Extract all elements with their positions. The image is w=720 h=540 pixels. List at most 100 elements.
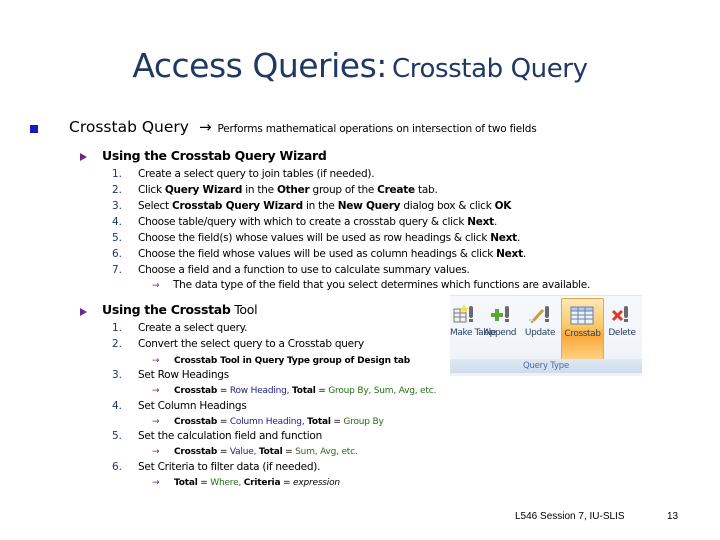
step-number: 4. bbox=[112, 400, 123, 412]
triangle-bullet-icon bbox=[80, 308, 87, 316]
section-tool-heading: Using the Crosstab Tool bbox=[102, 302, 258, 317]
text-run: . bbox=[493, 216, 498, 228]
wizard-step: Select Crosstab Query Wizard in the New … bbox=[138, 200, 511, 212]
text-run: Group By, Sum, Avg, etc. bbox=[328, 386, 437, 396]
tool-step-detail: Crosstab = Row Heading, Total = Group By… bbox=[174, 386, 436, 396]
tool-step-detail: Crosstab = Value, Total = Sum, Avg, etc. bbox=[174, 447, 358, 457]
ribbon-button-crosstab[interactable]: Crosstab bbox=[561, 298, 604, 362]
ribbon-label: Update bbox=[524, 328, 556, 338]
ribbon-label: Delete bbox=[608, 328, 636, 338]
ribbon-button-update[interactable]: Update bbox=[521, 298, 559, 360]
section-tool-heading-normal: Tool bbox=[230, 302, 258, 317]
text-run: Crosstab bbox=[174, 386, 218, 396]
wizard-step: Choose a field and a function to use to … bbox=[138, 264, 470, 276]
right-arrow-icon: → bbox=[152, 356, 160, 366]
text-run: Create bbox=[377, 184, 415, 196]
append-icon bbox=[481, 302, 519, 328]
text-run: Select bbox=[138, 200, 172, 212]
text-run: Other bbox=[276, 184, 310, 196]
section-tool-heading-bold: Using the Crosstab bbox=[102, 302, 231, 317]
right-arrow-icon: → bbox=[152, 281, 160, 291]
step-number: 1. bbox=[112, 322, 123, 334]
ribbon-label: Make Table bbox=[450, 328, 496, 338]
text-run: Where, bbox=[210, 478, 242, 488]
tool-step: Create a select query. bbox=[138, 322, 248, 334]
wizard-step: Click Query Wizard in the Other group of… bbox=[138, 184, 438, 196]
right-arrow-icon: → bbox=[152, 417, 160, 427]
text-run: expression bbox=[293, 478, 340, 488]
text-run: in the bbox=[302, 200, 338, 212]
text-run: = bbox=[217, 447, 230, 457]
text-run: Crosstab bbox=[174, 417, 218, 427]
step-number: 2. bbox=[112, 184, 123, 196]
tool-step-detail: Crosstab = Column Heading, Total = Group… bbox=[174, 417, 384, 427]
ribbon-button-make-table[interactable]: Make Table bbox=[450, 298, 496, 360]
text-run: Choose a field and a function to use to … bbox=[138, 264, 470, 276]
text-run: = bbox=[217, 417, 230, 427]
tool-step: Set Criteria to filter data (if needed). bbox=[138, 461, 321, 473]
section-wizard-heading: Using the Crosstab Query Wizard bbox=[102, 148, 327, 163]
text-run: Crosstab Tool in Query Type group of Des… bbox=[174, 356, 410, 366]
step-number: 1. bbox=[112, 168, 123, 180]
wizard-step: Create a select query to join tables (if… bbox=[138, 168, 375, 180]
tool-step-detail: Crosstab Tool in Query Type group of Des… bbox=[174, 356, 410, 366]
ribbon-button-append[interactable]: Append bbox=[481, 298, 519, 360]
tool-step: Set Column Headings bbox=[138, 400, 247, 412]
step-number: 5. bbox=[112, 232, 123, 244]
text-run: Group By bbox=[343, 417, 384, 427]
text-run: = bbox=[330, 417, 344, 427]
text-run: group of the bbox=[309, 184, 378, 196]
step-number: 3. bbox=[112, 369, 123, 381]
text-run: = bbox=[280, 478, 293, 488]
title-main: Access Queries: bbox=[132, 46, 387, 85]
right-arrow-icon: → bbox=[198, 118, 212, 136]
triangle-bullet-icon bbox=[80, 153, 87, 161]
tool-step: Set Row Headings bbox=[138, 369, 229, 381]
ribbon-button-delete[interactable]: Delete bbox=[604, 298, 640, 360]
bullet-crosstab-query: Crosstab Query → Performs mathematical ope… bbox=[69, 118, 537, 136]
wizard-note: The data type of the field that you sele… bbox=[173, 279, 591, 291]
text-run: Create a select query to join tables (if… bbox=[138, 168, 375, 180]
text-run: = bbox=[217, 386, 230, 396]
ribbon-label: Append bbox=[483, 328, 517, 338]
text-run: Crosstab Query Wizard bbox=[171, 200, 303, 212]
step-number: 7. bbox=[112, 264, 123, 276]
text-run: Click bbox=[138, 184, 165, 196]
text-run: in the bbox=[242, 184, 277, 196]
right-arrow-icon: → bbox=[152, 447, 160, 457]
ribbon-label: Crosstab bbox=[564, 329, 601, 339]
slide-title: Access Queries: Crosstab Query bbox=[0, 46, 720, 85]
wizard-step: Choose table/query with which to create … bbox=[138, 216, 497, 228]
text-run: = bbox=[315, 386, 329, 396]
text-run: Total bbox=[307, 417, 331, 427]
step-number: 3. bbox=[112, 200, 123, 212]
bullet-description: Performs mathematical operations on inte… bbox=[217, 123, 537, 135]
text-run: Sum, Avg, etc. bbox=[295, 447, 358, 457]
wizard-step: Choose the field(s) whose values will be… bbox=[138, 232, 520, 244]
update-icon bbox=[521, 302, 559, 328]
text-run: Choose the field whose values will be us… bbox=[138, 248, 497, 260]
text-run: Total bbox=[258, 447, 283, 457]
step-number: 5. bbox=[112, 430, 123, 442]
text-run: Row Heading, bbox=[229, 386, 290, 396]
tool-step: Convert the select query to a Crosstab q… bbox=[138, 338, 364, 350]
text-run: = bbox=[197, 478, 211, 488]
text-run: Choose table/query with which to create … bbox=[138, 216, 468, 228]
right-arrow-icon: → bbox=[152, 386, 160, 396]
tool-step: Set the calculation field and function bbox=[138, 430, 322, 442]
text-run: Crosstab bbox=[174, 447, 218, 457]
text-run: tab. bbox=[414, 184, 438, 196]
wizard-step: Choose the field whose values will be us… bbox=[138, 248, 526, 260]
text-run: Value, bbox=[229, 447, 257, 457]
footer-text: L546 Session 7, IU-SLIS bbox=[515, 511, 625, 522]
step-number: 6. bbox=[112, 248, 123, 260]
ribbon-group-label: Query Type bbox=[450, 359, 642, 373]
query-type-ribbon: Make Table Append Update Crosstab Delete… bbox=[450, 295, 642, 376]
text-run: New Query bbox=[337, 200, 401, 212]
page-number: 13 bbox=[667, 511, 679, 522]
text-run: Next bbox=[467, 216, 494, 228]
text-run: Choose the field(s) whose values will be… bbox=[138, 232, 491, 244]
text-run: Column Heading, bbox=[229, 417, 305, 427]
text-run: Total bbox=[174, 478, 198, 488]
step-number: 6. bbox=[112, 461, 123, 473]
